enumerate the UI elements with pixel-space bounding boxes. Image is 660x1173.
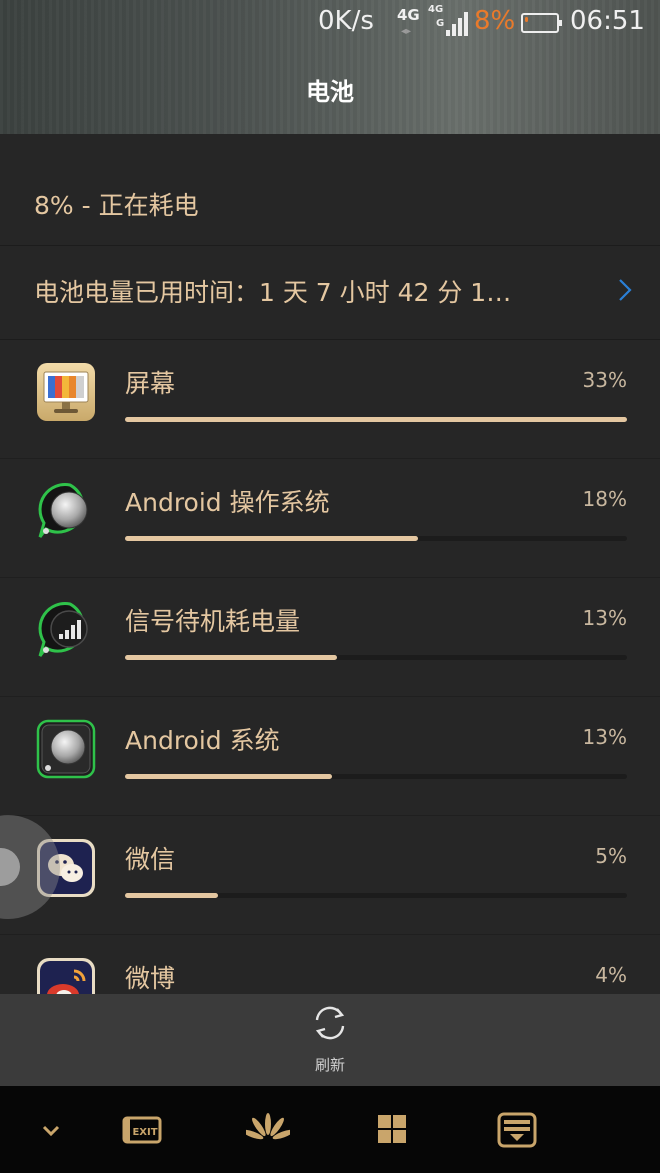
usage-bar-fill — [125, 536, 419, 541]
app-percent: 33% — [582, 368, 627, 392]
battery-screen: 0K/s 4G ◂▸ 4G G 8% 06:51 电池 8% - 正在耗电 电池… — [0, 0, 660, 1173]
app-percent: 18% — [582, 487, 627, 511]
app-name: 微博 — [125, 964, 176, 993]
refresh-icon — [315, 1006, 345, 1040]
grid-icon[interactable] — [370, 1110, 414, 1150]
list-item-app-4[interactable]: 微信 5% — [0, 816, 660, 935]
refresh-label: 刷新 — [314, 1056, 345, 1074]
usage-bar-fill — [125, 774, 332, 779]
exit-label: EXIT — [132, 1127, 157, 1138]
huawei-logo-icon[interactable] — [246, 1110, 290, 1150]
app-percent: 13% — [582, 606, 627, 630]
usage-bar — [125, 536, 627, 541]
list-item-app-3[interactable]: Android 系统 13% — [0, 697, 660, 816]
battery-usage-time-text: 电池电量已用时间：1 天 7 小时 42 分 1… — [34, 278, 512, 307]
android-os-icon — [38, 483, 88, 538]
list-item-app-0[interactable]: 屏幕 33% — [0, 340, 660, 459]
page-title: 电池 — [306, 78, 354, 106]
refresh-toolbar: 刷新 — [0, 994, 660, 1086]
usage-bar-fill — [125, 417, 627, 422]
clock: 06:51 — [570, 6, 645, 36]
app-name: Android 操作系统 — [125, 488, 330, 517]
app-name: 屏幕 — [125, 369, 176, 398]
chevron-right-icon — [619, 279, 632, 301]
refresh-button[interactable]: 刷新 — [280, 994, 380, 1086]
battery-percent: 8% — [474, 6, 516, 36]
android-system-icon — [36, 719, 96, 779]
usage-bar-fill — [125, 893, 218, 898]
app-percent: 4% — [595, 963, 627, 987]
usage-bar-fill — [125, 655, 337, 660]
network-4g-icon: 4G ◂▸ — [397, 6, 420, 37]
usage-bar — [125, 655, 627, 660]
battery-status-row: 8% - 正在耗电 — [0, 134, 660, 246]
battery-icon — [521, 13, 562, 33]
card-icon[interactable] — [495, 1110, 539, 1150]
usage-bar — [125, 893, 627, 898]
app-name: Android 系统 — [125, 726, 280, 755]
header: 0K/s 4G ◂▸ 4G G 8% 06:51 电池 — [0, 0, 660, 134]
list-item-app-1[interactable]: Android 操作系统 18% — [0, 459, 660, 578]
exit-icon[interactable]: EXIT — [120, 1110, 164, 1150]
usage-bar — [125, 774, 627, 779]
chevron-down-icon[interactable] — [29, 1110, 73, 1150]
network-speed: 0K/s — [318, 6, 374, 36]
signal-standby-icon — [38, 602, 88, 657]
app-name: 信号待机耗电量 — [125, 607, 301, 636]
status-bar: 0K/s 4G ◂▸ 4G G 8% 06:51 — [0, 0, 660, 46]
app-percent: 13% — [582, 725, 627, 749]
usage-bar — [125, 417, 627, 422]
app-name: 微信 — [125, 845, 176, 874]
app-percent: 5% — [595, 844, 627, 868]
battery-status-text: 8% - 正在耗电 — [34, 191, 199, 220]
monitor-icon — [37, 363, 95, 421]
list-item-app-2[interactable]: 信号待机耗电量 13% — [0, 578, 660, 697]
battery-usage-time-row[interactable]: 电池电量已用时间：1 天 7 小时 42 分 1… — [0, 246, 660, 340]
navigation-bar: EXIT — [0, 1086, 660, 1173]
signal-icon: 4G G — [428, 4, 468, 38]
